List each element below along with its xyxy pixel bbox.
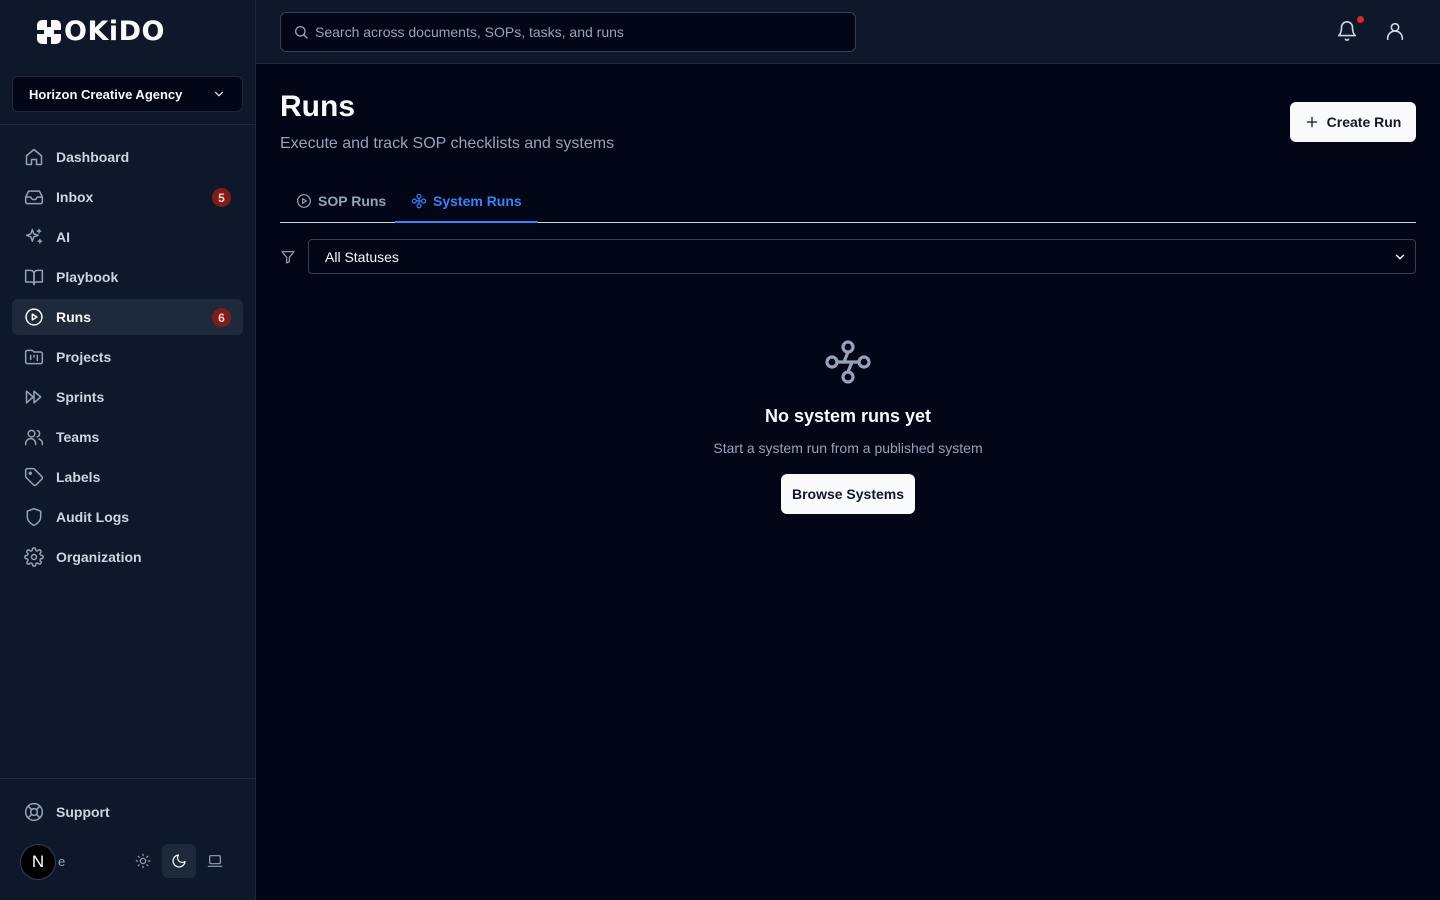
sidebar: OKiDO Horizon Creative Agency Dashboard … bbox=[0, 0, 256, 900]
sidebar-item-audit-logs[interactable]: Audit Logs bbox=[12, 499, 243, 535]
status-filter-select[interactable]: All Statuses bbox=[308, 239, 1416, 274]
runs-tabs: SOP Runs System Runs bbox=[280, 180, 1416, 223]
gear-icon bbox=[24, 547, 44, 567]
empty-state-title: No system runs yet bbox=[764, 406, 932, 426]
sidebar-item-label: Teams bbox=[56, 429, 100, 445]
sidebar-item-teams[interactable]: Teams bbox=[12, 419, 243, 455]
sidebar-item-label: Playbook bbox=[56, 269, 119, 285]
logo-mark-icon bbox=[37, 20, 61, 44]
top-bar bbox=[256, 0, 1440, 64]
create-run-button[interactable]: Create Run bbox=[1290, 102, 1416, 142]
sidebar-divider bbox=[0, 778, 256, 779]
tab-label: System Runs bbox=[433, 192, 522, 209]
home-icon bbox=[25, 148, 43, 166]
sidebar-item-label: Audit Logs bbox=[56, 509, 130, 525]
sidebar-item-label: Projects bbox=[56, 349, 112, 365]
shield-icon bbox=[26, 507, 42, 527]
bell-icon bbox=[1337, 21, 1357, 42]
users-icon bbox=[24, 429, 44, 446]
empty-state-subtitle: Start a system run from a published syst… bbox=[713, 440, 983, 456]
sidebar-divider bbox=[0, 124, 256, 125]
user-row: e N bbox=[20, 844, 236, 880]
fast-forward-icon bbox=[25, 390, 42, 404]
sun-icon bbox=[135, 853, 151, 869]
folder-kanban-icon bbox=[24, 349, 44, 365]
laptop-icon bbox=[207, 855, 223, 867]
tab-system-runs[interactable]: System Runs bbox=[395, 180, 538, 223]
brand-name: OKiDO bbox=[64, 16, 165, 47]
workflow-icon bbox=[411, 193, 427, 208]
dark-theme-button[interactable] bbox=[162, 844, 196, 878]
workflow-icon bbox=[824, 338, 872, 386]
inbox-icon bbox=[24, 190, 44, 205]
avatar[interactable]: N bbox=[20, 844, 56, 880]
sidebar-support: Support bbox=[12, 794, 243, 834]
global-search[interactable] bbox=[280, 12, 856, 52]
sidebar-item-label: Sprints bbox=[56, 389, 105, 405]
sidebar-item-ai[interactable]: AI bbox=[12, 219, 243, 255]
user-name: e bbox=[58, 854, 66, 869]
life-buoy-icon bbox=[24, 802, 44, 822]
organization-name: Horizon Creative Agency bbox=[29, 86, 183, 102]
notification-dot bbox=[1357, 16, 1364, 23]
status-filter-value: All Statuses bbox=[325, 248, 399, 265]
sidebar-item-support[interactable]: Support bbox=[12, 794, 243, 830]
chevron-down-icon bbox=[1395, 254, 1405, 259]
sidebar-item-dashboard[interactable]: Dashboard bbox=[12, 139, 243, 175]
system-theme-button[interactable] bbox=[198, 844, 232, 878]
brand-logo[interactable]: OKiDO bbox=[36, 18, 165, 46]
sidebar-item-labels[interactable]: Labels bbox=[12, 459, 243, 495]
play-circle-icon bbox=[25, 308, 43, 326]
create-run-label: Create Run bbox=[1326, 114, 1402, 130]
sidebar-item-label: Labels bbox=[56, 469, 101, 485]
sidebar-item-playbook[interactable]: Playbook bbox=[12, 259, 243, 295]
plus-icon bbox=[1306, 116, 1317, 128]
sidebar-item-label: Support bbox=[56, 804, 110, 820]
organization-selector[interactable]: Horizon Creative Agency bbox=[12, 76, 243, 112]
sidebar-item-label: Organization bbox=[56, 549, 142, 565]
sidebar-item-label: Dashboard bbox=[56, 149, 130, 165]
sidebar-item-label: AI bbox=[56, 229, 70, 245]
sidebar-item-label: Inbox bbox=[56, 189, 94, 205]
moon-icon bbox=[172, 854, 186, 868]
sidebar-item-runs[interactable]: Runs 6 bbox=[12, 299, 243, 335]
tab-label: SOP Runs bbox=[318, 193, 387, 209]
page-subtitle: Execute and track SOP checklists and sys… bbox=[280, 135, 615, 152]
page-title: Runs bbox=[280, 90, 355, 123]
tag-icon bbox=[24, 467, 44, 487]
sidebar-item-inbox[interactable]: Inbox 5 bbox=[12, 179, 243, 215]
chevron-down-icon bbox=[214, 91, 224, 97]
runs-count-badge: 6 bbox=[212, 308, 231, 327]
light-theme-button[interactable] bbox=[126, 844, 160, 878]
book-open-icon bbox=[24, 269, 44, 286]
search-input[interactable] bbox=[315, 24, 845, 40]
sidebar-item-organization[interactable]: Organization bbox=[12, 539, 243, 575]
search-icon bbox=[295, 26, 308, 39]
notifications-button[interactable] bbox=[1336, 20, 1358, 42]
user-menu-button[interactable] bbox=[1384, 20, 1406, 42]
user-icon bbox=[1386, 22, 1404, 41]
play-circle-icon bbox=[297, 194, 311, 208]
sidebar-nav: Dashboard Inbox 5 AI Playbook Runs 6 Pro… bbox=[12, 139, 243, 579]
tab-sop-runs[interactable]: SOP Runs bbox=[280, 180, 402, 222]
inbox-count-badge: 5 bbox=[212, 188, 231, 207]
sidebar-item-projects[interactable]: Projects bbox=[12, 339, 243, 375]
filter-icon bbox=[280, 249, 296, 265]
sparkles-icon bbox=[25, 228, 43, 244]
sidebar-item-label: Runs bbox=[56, 309, 91, 325]
browse-systems-button[interactable]: Browse Systems bbox=[781, 474, 915, 514]
sidebar-item-sprints[interactable]: Sprints bbox=[12, 379, 243, 415]
